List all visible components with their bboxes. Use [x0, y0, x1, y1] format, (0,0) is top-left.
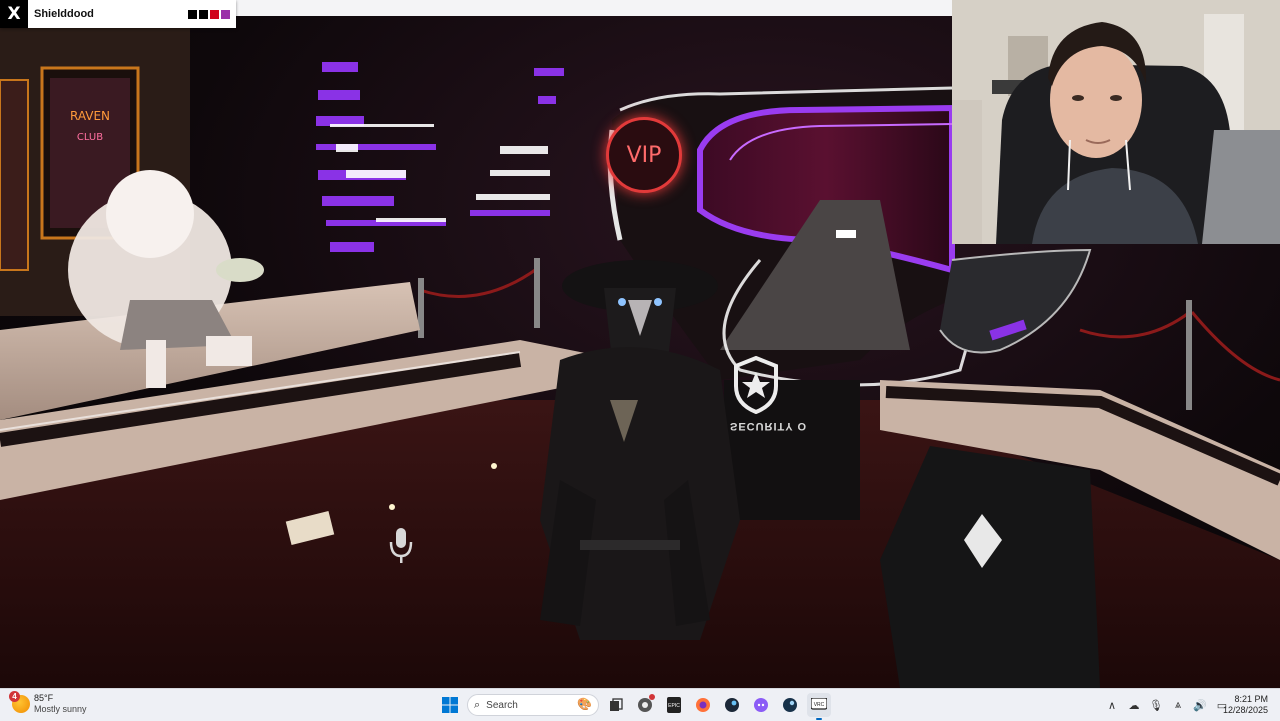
chevron-up-icon[interactable]: ∧ [1104, 699, 1120, 712]
search-highlight-icon: 🎨 [577, 697, 592, 711]
overlay-top-strip [236, 0, 952, 16]
svg-text:VRC: VRC [814, 702, 825, 708]
weather-badge: 4 [9, 691, 20, 702]
weather-condition: Mostly sunny [34, 704, 87, 714]
microphone-icon [388, 526, 414, 566]
chrome-icon[interactable] [633, 693, 657, 717]
clock-date: 12/28/2025 [1222, 705, 1268, 715]
swatch-3 [210, 9, 219, 19]
firefox-icon[interactable] [691, 693, 715, 717]
microphone-tray-icon[interactable]: 🎙 [1148, 699, 1164, 712]
windows-start-icon[interactable] [438, 693, 462, 717]
webcam-feed [952, 0, 1280, 244]
cloud-icon[interactable]: ☁ [1126, 699, 1142, 712]
username-label: Shielddood [34, 8, 94, 20]
vip-sign-text: VIP [626, 142, 662, 168]
weather-widget[interactable]: 4 85°F Mostly sunny [9, 691, 87, 715]
vrchat-icon[interactable]: VRC [807, 693, 831, 720]
system-clock[interactable]: 8:21 PM 12/28/2025 [1223, 694, 1268, 716]
speaker-icon[interactable]: 🔊 [1192, 699, 1208, 712]
shield-star-icon [732, 356, 780, 414]
swatch-4 [221, 9, 230, 19]
svg-text:CLUB: CLUB [77, 132, 103, 143]
steam-vr-icon[interactable] [778, 693, 802, 717]
x-logo-icon: X [0, 0, 28, 28]
swatch-2 [199, 9, 208, 19]
task-view-icon[interactable] [604, 693, 628, 717]
svg-text:EPIC: EPIC [668, 703, 680, 709]
epic-games-icon[interactable]: EPIC [662, 693, 686, 717]
security-text: SECURITY O [730, 420, 808, 432]
steam-icon[interactable] [720, 693, 744, 717]
color-swatches [188, 9, 230, 19]
x-profile-overlay[interactable]: X Shielddood [0, 0, 236, 28]
discord-icon[interactable] [749, 693, 773, 717]
search-placeholder: Search [486, 699, 518, 711]
swatch-1 [188, 9, 197, 19]
search-icon: ⌕ [474, 698, 481, 711]
taskbar-pinned-apps: ⌕ Search 🎨 EPIC VRC [438, 693, 831, 720]
wifi-icon[interactable]: ⩓ [1170, 699, 1186, 712]
weather-temperature: 85°F [34, 693, 54, 703]
taskbar-search-box[interactable]: ⌕ Search 🎨 [467, 694, 599, 716]
vip-sign: VIP [606, 117, 682, 193]
svg-text:RAVEN: RAVEN [70, 109, 110, 123]
sun-icon: 4 [9, 691, 30, 713]
clock-time: 8:21 PM [1234, 694, 1268, 704]
windows-taskbar: 4 85°F Mostly sunny ⌕ Search 🎨 EPIC VRC … [0, 688, 1280, 721]
system-tray: ∧ ☁ 🎙 ⩓ 🔊 ▭ [1104, 693, 1230, 717]
